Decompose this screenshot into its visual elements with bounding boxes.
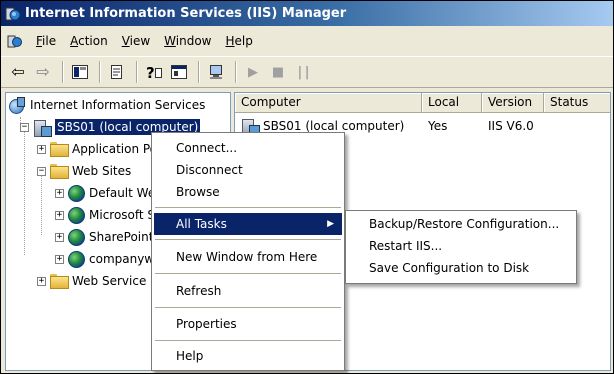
menu-item-browse[interactable]: Browse [154, 181, 342, 203]
pause-icon[interactable]: | | [292, 61, 314, 83]
expand-icon[interactable]: + [55, 210, 64, 220]
toolbar-separator [198, 61, 200, 83]
mmc-document-icon[interactable] [7, 33, 23, 49]
iis-manager-window: Internet Information Services (IIS) Mana… [0, 0, 614, 374]
menu-item-label: Properties [176, 317, 237, 331]
menu-item-label: Disconnect [176, 163, 243, 177]
menu-item-label: Restart IIS... [369, 239, 443, 253]
menu-separator [155, 340, 341, 342]
menu-help-rest: elp [234, 34, 253, 48]
toolbar-separator [136, 61, 138, 83]
menu-view[interactable]: View [115, 26, 157, 56]
expand-icon[interactable]: + [55, 188, 64, 198]
menu-separator [155, 239, 341, 241]
web-site-globe-icon [68, 184, 85, 202]
connect-computer-icon[interactable] [205, 61, 227, 83]
iis-app-icon [5, 6, 21, 22]
menu-item-properties[interactable]: Properties [154, 313, 342, 335]
toolbar: ⇦ ⇨ ? ▶ ■ | | [1, 56, 613, 88]
window-title: Internet Information Services (IIS) Mana… [25, 6, 347, 21]
menu-item-label: Browse [176, 185, 220, 199]
server-icon [33, 119, 52, 137]
menu-help[interactable]: Help [219, 26, 260, 56]
export-list-icon[interactable] [106, 61, 128, 83]
menu-item-label: New Window from Here [176, 250, 318, 264]
toolbar-separator [235, 61, 237, 83]
menu-item-disconnect[interactable]: Disconnect [154, 159, 342, 181]
tree-item-web-sites[interactable]: − Web Sites [37, 161, 131, 181]
menu-item-restart-iis[interactable]: Restart IIS... [348, 236, 574, 257]
menu-separator [155, 273, 341, 275]
web-site-globe-icon [68, 228, 85, 246]
column-header-computer[interactable]: Computer [235, 93, 422, 113]
folder-icon [50, 164, 69, 179]
menu-file[interactable]: File [29, 26, 63, 56]
menu-item-refresh[interactable]: Refresh [154, 280, 342, 302]
menu-separator [155, 207, 341, 209]
folder-icon [50, 274, 69, 289]
menu-separator [155, 307, 341, 309]
toolbar-separator [62, 61, 64, 83]
menu-item-label: Help [176, 349, 204, 363]
all-tasks-submenu: Backup/Restore Configuration... Restart … [345, 210, 577, 284]
column-header-version[interactable]: Version [482, 93, 544, 113]
menu-item-all-tasks[interactable]: All Tasks ▶ [154, 213, 342, 235]
expand-icon[interactable]: + [37, 144, 46, 154]
cell-version: IIS V6.0 [488, 119, 534, 133]
tree-item-iis-root[interactable]: Internet Information Services [8, 95, 205, 115]
menu-item-label: All Tasks [176, 217, 227, 231]
show-hide-tree-icon[interactable] [69, 61, 91, 83]
cell-computer-text: SBS01 (local computer) [263, 119, 405, 133]
toolbar-separator [99, 61, 101, 83]
menu-item-label: Save Configuration to Disk [369, 261, 530, 275]
submenu-arrow-icon: ▶ [327, 219, 334, 229]
menu-item-save-configuration[interactable]: Save Configuration to Disk [348, 258, 574, 279]
menu-window-rest: indow [175, 34, 212, 48]
menu-action[interactable]: Action [63, 26, 115, 56]
menu-item-backup-restore[interactable]: Backup/Restore Configuration... [348, 214, 574, 235]
list-header: Computer Local Version Status [235, 93, 610, 113]
menu-item-label: Backup/Restore Configuration... [369, 217, 560, 231]
menu-view-rest: iew [129, 34, 151, 48]
expand-icon[interactable]: + [55, 232, 64, 242]
tree-item-label: Internet Information Services [30, 98, 206, 112]
menu-window[interactable]: Window [157, 26, 218, 56]
play-icon[interactable]: ▶ [242, 61, 264, 83]
stop-icon[interactable]: ■ [267, 61, 289, 83]
iis-root-icon [8, 96, 26, 114]
collapse-icon[interactable]: − [37, 166, 46, 176]
cell-local: Yes [428, 119, 448, 133]
context-menu: Connect... Disconnect Browse All Tasks ▶… [151, 132, 345, 371]
column-header-local[interactable]: Local [422, 93, 482, 113]
expand-icon[interactable]: + [37, 276, 46, 286]
menu-action-rest: ction [78, 34, 108, 48]
menu-item-new-window[interactable]: New Window from Here [154, 246, 342, 268]
collapse-icon[interactable]: − [20, 122, 29, 132]
tree-item-label: Web Sites [72, 164, 132, 178]
web-site-globe-icon [68, 250, 85, 268]
menu-item-label: Refresh [176, 284, 222, 298]
folder-icon [50, 142, 69, 157]
menu-bar: File Action View Window Help [1, 26, 613, 56]
menu-item-label: Connect... [176, 141, 238, 155]
web-site-globe-icon [68, 206, 85, 224]
tree-connector [24, 127, 25, 255]
forward-icon[interactable]: ⇨ [32, 61, 54, 83]
title-bar[interactable]: Internet Information Services (IIS) Mana… [1, 1, 613, 26]
menu-item-connect[interactable]: Connect... [154, 137, 342, 159]
back-icon[interactable]: ⇦ [7, 61, 29, 83]
help-icon[interactable]: ? [143, 61, 165, 83]
menu-item-help[interactable]: Help [154, 345, 342, 367]
column-header-status[interactable]: Status [544, 93, 610, 113]
menu-file-rest: ile [42, 34, 57, 48]
svg-text:?: ? [146, 64, 155, 80]
expand-icon[interactable]: + [55, 254, 64, 264]
properties-icon[interactable] [168, 61, 190, 83]
